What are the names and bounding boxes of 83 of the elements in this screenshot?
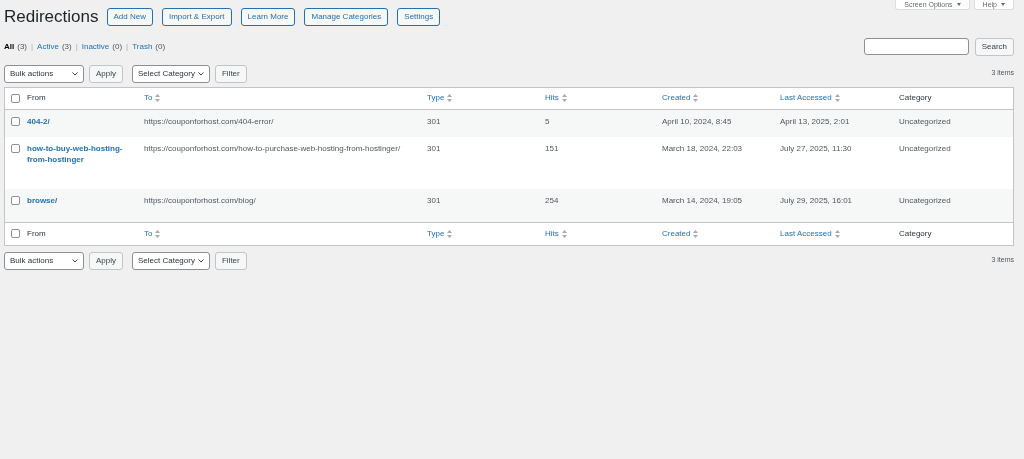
column-header: Category (899, 92, 932, 105)
checkbox[interactable] (11, 93, 20, 103)
bulk-actions-dropdown[interactable]: Bulk actions (4, 251, 84, 270)
last-accessed-date: April 13, 2025, 2:01 (780, 117, 850, 126)
column-header: Category (899, 227, 932, 240)
sort-icon (447, 94, 453, 103)
header-button[interactable]: Manage Categories (304, 7, 389, 26)
chevron-down-icon (72, 71, 78, 76)
separator: | (75, 40, 78, 53)
filter-button[interactable]: Filter (214, 251, 247, 270)
checkbox[interactable] (11, 229, 20, 239)
view-link[interactable]: Inactive (81, 40, 110, 53)
separator: | (126, 40, 129, 53)
header-button[interactable]: Settings (397, 7, 441, 26)
search-button[interactable]: Search (974, 37, 1014, 56)
category-name: Uncategorized (899, 143, 951, 153)
view-count: (0) (112, 40, 123, 53)
last-accessed-date: July 29, 2025, 16:01 (780, 195, 853, 205)
category-name: Uncategorized (899, 195, 951, 205)
header-button[interactable]: Import & Export (161, 7, 232, 26)
chevron-down-icon (72, 258, 78, 263)
caret-icon (1001, 3, 1005, 6)
hit-count: 254 (545, 195, 559, 205)
caret-icon (956, 3, 961, 6)
redirect-source-link[interactable]: how-to-buy-web-hosting-from-hostinger (27, 142, 138, 165)
target-url: https://couponforhost.com/how-to-purchase-web-hosting-from-hostinger/ (144, 143, 401, 153)
apply-button[interactable]: Apply (89, 64, 123, 83)
chevron-down-icon (197, 71, 204, 76)
category-name: Uncategorized (899, 117, 951, 126)
page-title: Redirections (4, 6, 99, 28)
sort-icon (561, 94, 567, 103)
separator: | (31, 40, 34, 53)
created-date: March 14, 2024, 19:05 (662, 195, 743, 205)
chevron-down-icon (197, 258, 204, 263)
column-header: From (27, 92, 46, 105)
view-count: (3) (61, 40, 72, 53)
view-link[interactable]: Trash (132, 40, 153, 53)
column-sort-link[interactable]: Last Accessed (780, 227, 840, 240)
last-accessed-date: July 27, 2025, 11:30 (780, 143, 852, 153)
hit-count: 5 (545, 117, 550, 126)
checkbox[interactable] (11, 143, 20, 153)
redirect-source-link[interactable]: 404-2/ (27, 116, 138, 127)
column-sort-link[interactable]: Created (662, 227, 699, 240)
sort-icon (693, 229, 699, 238)
column-sort-link[interactable]: Hits (545, 227, 567, 240)
target-url: https://couponforhost.com/blog/ (144, 195, 256, 205)
apply-button[interactable]: Apply (89, 251, 123, 270)
category-dropdown[interactable]: Select Category (132, 251, 210, 270)
column-sort-link[interactable]: To (144, 92, 161, 105)
sort-icon (693, 94, 699, 103)
header-button[interactable]: Add New (106, 7, 153, 26)
sort-icon (155, 94, 161, 103)
column-sort-link[interactable]: Last Accessed (780, 92, 840, 105)
redirect-type: 301 (427, 195, 441, 205)
redirect-type: 301 (427, 143, 441, 153)
sort-icon (834, 94, 840, 103)
sort-icon (561, 229, 567, 238)
sort-icon (834, 229, 840, 238)
target-url: https://couponforhost.com/404-error/ (144, 117, 274, 126)
column-sort-link[interactable]: Hits (545, 92, 567, 105)
header-button[interactable]: Learn More (240, 7, 296, 26)
column-sort-link[interactable]: Type (427, 227, 453, 240)
view-link[interactable]: Active (37, 40, 59, 53)
sort-icon (155, 229, 161, 238)
sort-icon (447, 229, 453, 238)
checkbox[interactable] (11, 195, 20, 205)
category-dropdown[interactable]: Select Category (132, 64, 210, 83)
hit-count: 151 (545, 143, 559, 153)
created-date: March 18, 2024, 22:03 (662, 143, 743, 153)
view-count: (0) (155, 40, 166, 53)
redirect-type: 301 (427, 117, 441, 126)
bulk-actions-dropdown[interactable]: Bulk actions (4, 64, 84, 83)
column-sort-link[interactable]: To (144, 227, 161, 240)
column-sort-link[interactable]: Created (662, 92, 699, 105)
created-date: April 10, 2024, 8:45 (662, 117, 732, 126)
view-count: (3) (17, 40, 27, 53)
column-header: From (27, 227, 46, 240)
search-field[interactable] (863, 38, 969, 55)
checkbox[interactable] (11, 117, 20, 126)
view-link[interactable]: All (4, 40, 15, 53)
filter-button[interactable]: Filter (214, 64, 247, 83)
column-sort-link[interactable]: Type (427, 92, 453, 105)
redirect-source-link[interactable]: browse/ (27, 194, 138, 206)
